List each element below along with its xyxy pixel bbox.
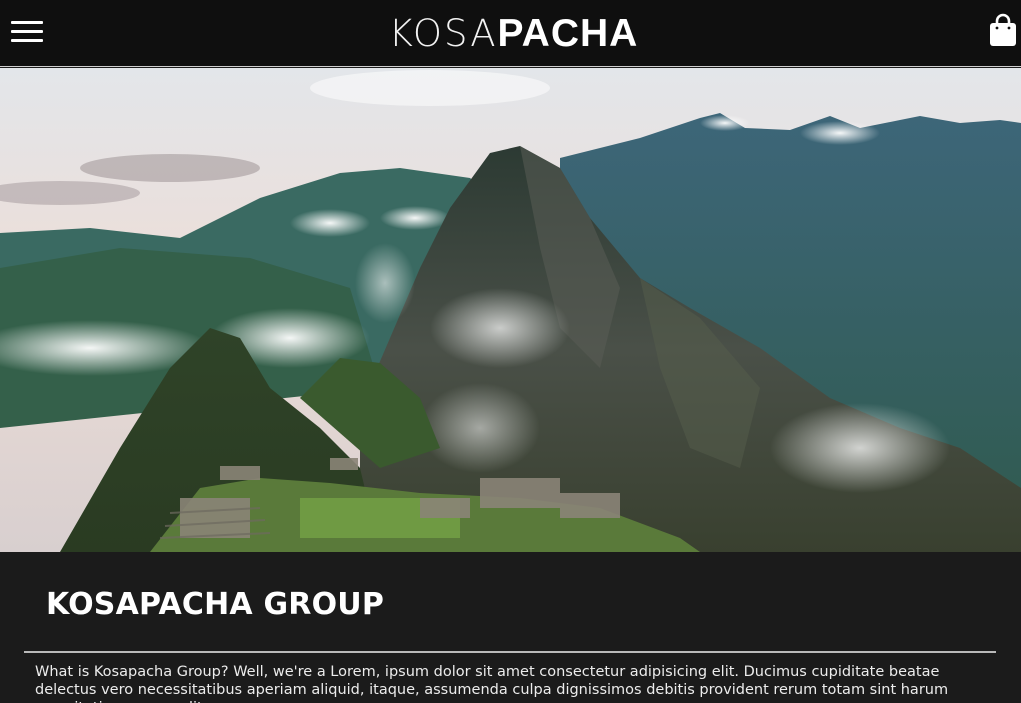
section-divider bbox=[24, 651, 996, 653]
about-section: KOSAPACHA GROUP What is Kosapacha Group?… bbox=[0, 552, 1021, 703]
section-title: KOSAPACHA GROUP bbox=[46, 587, 385, 622]
about-paragraph: What is Kosapacha Group? Well, we're a L… bbox=[35, 664, 949, 703]
brand-logo-bold: PACHA bbox=[497, 11, 639, 55]
brand-logo[interactable]: KOSA PACHA bbox=[0, 0, 1021, 67]
hero-image bbox=[0, 68, 1021, 552]
brand-logo-light: KOSA bbox=[388, 12, 498, 55]
shopping-bag-icon[interactable] bbox=[989, 13, 1017, 47]
top-nav-bar: KOSA PACHA bbox=[0, 0, 1021, 67]
